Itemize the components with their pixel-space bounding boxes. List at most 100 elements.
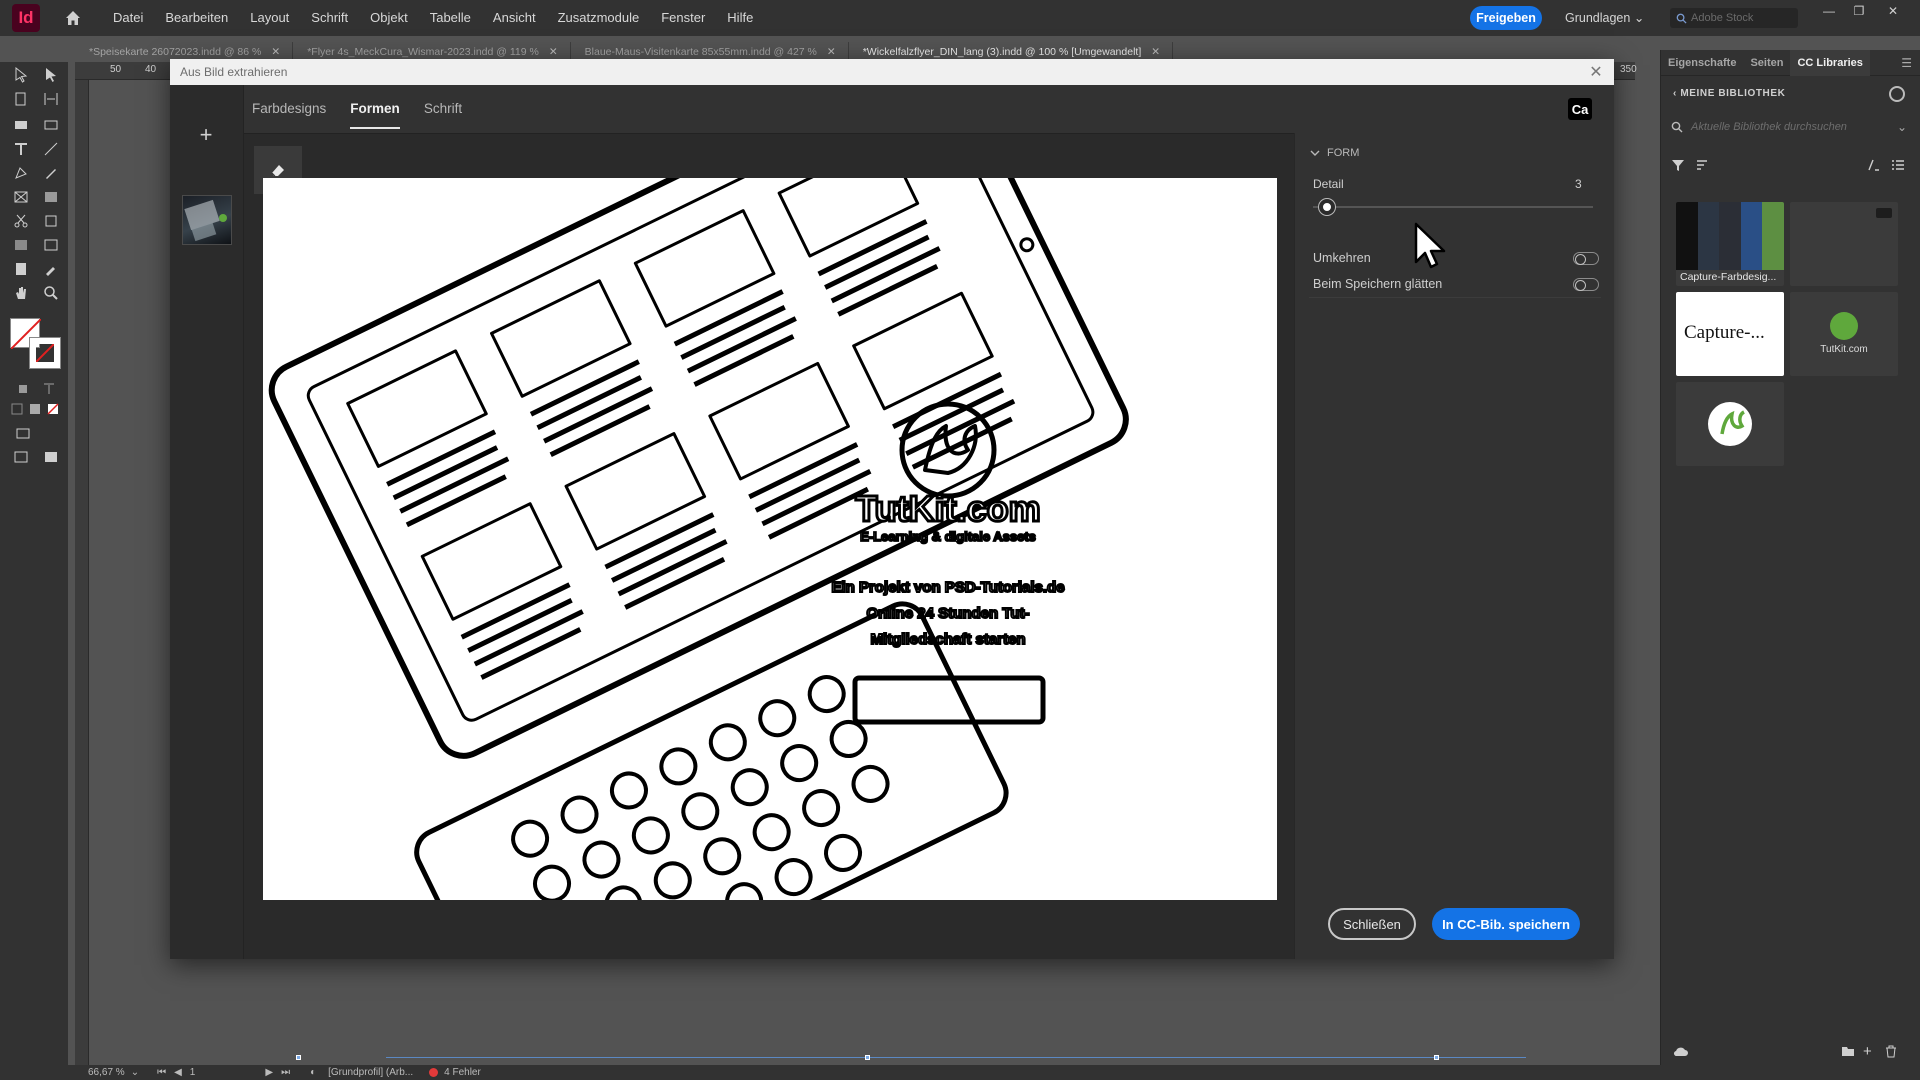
restore-icon[interactable]: ❐ — [1846, 0, 1872, 22]
page-number[interactable]: 1 — [190, 1067, 196, 1078]
workspace-select[interactable]: Grundlagen ⌄ — [1565, 0, 1644, 36]
error-count[interactable]: 4 Fehler — [444, 1067, 481, 1078]
minimize-icon[interactable]: — — [1816, 0, 1842, 22]
type-tool-icon[interactable] — [12, 140, 30, 158]
last-page-icon[interactable]: ⏭ — [281, 1067, 290, 1078]
library-asset-image[interactable] — [1790, 202, 1898, 286]
panel-menu-icon[interactable]: ☰ — [1901, 56, 1912, 70]
preflight-icon[interactable]: ◐ — [310, 1067, 316, 1078]
pencil-tool-icon[interactable] — [42, 164, 60, 182]
free-transform-tool-icon[interactable] — [42, 212, 60, 230]
menu-objekt[interactable]: Objekt — [359, 0, 419, 36]
selection-handle[interactable] — [865, 1055, 870, 1060]
preflight-profile[interactable]: [Grundprofil] (Arb... — [328, 1067, 413, 1078]
screen-mode-icon[interactable] — [12, 448, 30, 466]
selection-handle[interactable] — [1434, 1055, 1439, 1060]
sort-icon[interactable] — [1695, 158, 1709, 175]
asset-name: TutKit.com — [1820, 344, 1868, 355]
zoom-tool-icon[interactable] — [42, 284, 60, 302]
tab-seiten[interactable]: Seiten — [1743, 50, 1790, 76]
note-tool-icon[interactable] — [12, 260, 30, 278]
previous-page-icon[interactable]: ◀ — [174, 1067, 182, 1078]
formatting-container-icon[interactable] — [14, 380, 32, 398]
scissors-tool-icon[interactable] — [12, 212, 30, 230]
direct-selection-tool-icon[interactable] — [42, 66, 60, 84]
menu-fenster[interactable]: Fenster — [650, 0, 716, 36]
selection-tool-icon[interactable] — [12, 66, 30, 84]
page-tool-icon[interactable] — [12, 90, 30, 108]
close-icon[interactable]: ✕ — [1586, 62, 1606, 82]
apply-color-icon[interactable] — [8, 400, 26, 418]
gradient-feather-tool-icon[interactable] — [42, 236, 60, 254]
detail-value: 3 — [1575, 177, 1582, 191]
content-collector-icon[interactable] — [12, 114, 30, 132]
zoom-level[interactable]: 66,67 % — [88, 1067, 125, 1078]
apply-gradient-icon[interactable] — [26, 400, 44, 418]
library-asset-logo-mark[interactable] — [1676, 382, 1784, 466]
trash-icon[interactable] — [1885, 1045, 1897, 1061]
grid-view-icon[interactable] — [1867, 158, 1881, 175]
menu-ansicht[interactable]: Ansicht — [482, 0, 547, 36]
library-header[interactable]: ‹ MEINE BIBLIOTHEK — [1673, 88, 1785, 99]
invert-toggle[interactable] — [1573, 251, 1599, 265]
add-image-button[interactable]: + — [182, 111, 230, 159]
close-window-icon[interactable]: ✕ — [1880, 0, 1906, 22]
tutkit-logo-icon — [1830, 312, 1858, 340]
user-icon[interactable] — [1889, 86, 1905, 102]
line-tool-icon[interactable] — [42, 140, 60, 158]
library-asset-color-theme[interactable]: Capture-Farbdesig... — [1676, 202, 1784, 286]
folder-icon[interactable] — [1841, 1045, 1855, 1060]
shape-preview-image[interactable]: TutKit.com E-Learning & digitale Assets … — [263, 178, 1277, 900]
menu-hilfe[interactable]: Hilfe — [716, 0, 764, 36]
menu-datei[interactable]: Datei — [102, 0, 154, 36]
swatch-3 — [1719, 202, 1741, 270]
source-image-thumbnail[interactable] — [182, 195, 232, 245]
cloud-icon[interactable] — [1673, 1045, 1689, 1060]
chevron-down-icon[interactable]: ⌄ — [131, 1067, 139, 1078]
asset-name: Capture-... — [1684, 322, 1765, 343]
detail-slider[interactable] — [1313, 199, 1593, 215]
save-to-cc-library-button[interactable]: In CC-Bib. speichern — [1432, 908, 1580, 940]
gradient-tool-icon[interactable] — [12, 236, 30, 254]
tab-formen[interactable]: Formen — [350, 85, 400, 133]
menu-schrift[interactable]: Schrift — [300, 0, 359, 36]
tab-farbdesigns[interactable]: Farbdesigns — [252, 85, 326, 133]
selection-handle[interactable] — [296, 1055, 301, 1060]
library-search-input[interactable]: Aktuelle Bibliothek durchsuchen ⌄ — [1671, 116, 1907, 138]
eyedropper-tool-icon[interactable] — [42, 260, 60, 278]
next-page-icon[interactable]: ▶ — [265, 1067, 273, 1078]
ruler-label: 350 — [1620, 64, 1637, 75]
tab-eigenschaften[interactable]: Eigenschafte — [1661, 50, 1743, 76]
apply-none-icon[interactable] — [44, 400, 62, 418]
stroke-swatch[interactable] — [29, 337, 61, 369]
rectangle-frame-tool-icon[interactable] — [12, 188, 30, 206]
tab-schrift[interactable]: Schrift — [424, 85, 462, 133]
form-section-header[interactable]: FORM — [1309, 147, 1359, 159]
close-button[interactable]: Schließen — [1328, 908, 1416, 940]
view-mode-icon[interactable] — [14, 424, 32, 442]
content-placer-icon[interactable] — [42, 114, 60, 132]
library-asset-text-style[interactable]: Capture-... — [1676, 292, 1784, 376]
first-page-icon[interactable]: ⏮ — [157, 1067, 166, 1078]
filter-icon[interactable] — [1671, 158, 1685, 175]
gap-tool-icon[interactable] — [42, 90, 60, 108]
stock-search-input[interactable]: Adobe Stock — [1670, 8, 1798, 28]
rectangle-tool-icon[interactable] — [42, 188, 60, 206]
slider-thumb[interactable] — [1319, 199, 1335, 215]
hand-tool-icon[interactable] — [12, 284, 30, 302]
smooth-toggle[interactable] — [1573, 277, 1599, 291]
pen-tool-icon[interactable] — [12, 164, 30, 182]
menu-bearbeiten[interactable]: Bearbeiten — [154, 0, 239, 36]
plus-icon[interactable]: + — [1863, 1043, 1872, 1060]
chevron-down-icon[interactable]: ⌄ — [1897, 120, 1907, 134]
home-icon[interactable] — [62, 7, 84, 29]
tab-cc-libraries[interactable]: CC Libraries — [1790, 49, 1870, 76]
share-button[interactable]: Freigeben — [1470, 6, 1542, 30]
list-view-icon[interactable] — [1891, 158, 1905, 175]
library-asset-logo-graphic[interactable]: TutKit.com — [1790, 292, 1898, 376]
menu-zusatzmodule[interactable]: Zusatzmodule — [547, 0, 651, 36]
menu-tabelle[interactable]: Tabelle — [419, 0, 482, 36]
menu-layout[interactable]: Layout — [239, 0, 300, 36]
formatting-text-icon[interactable] — [40, 380, 58, 398]
preview-mode-icon[interactable] — [42, 448, 60, 466]
